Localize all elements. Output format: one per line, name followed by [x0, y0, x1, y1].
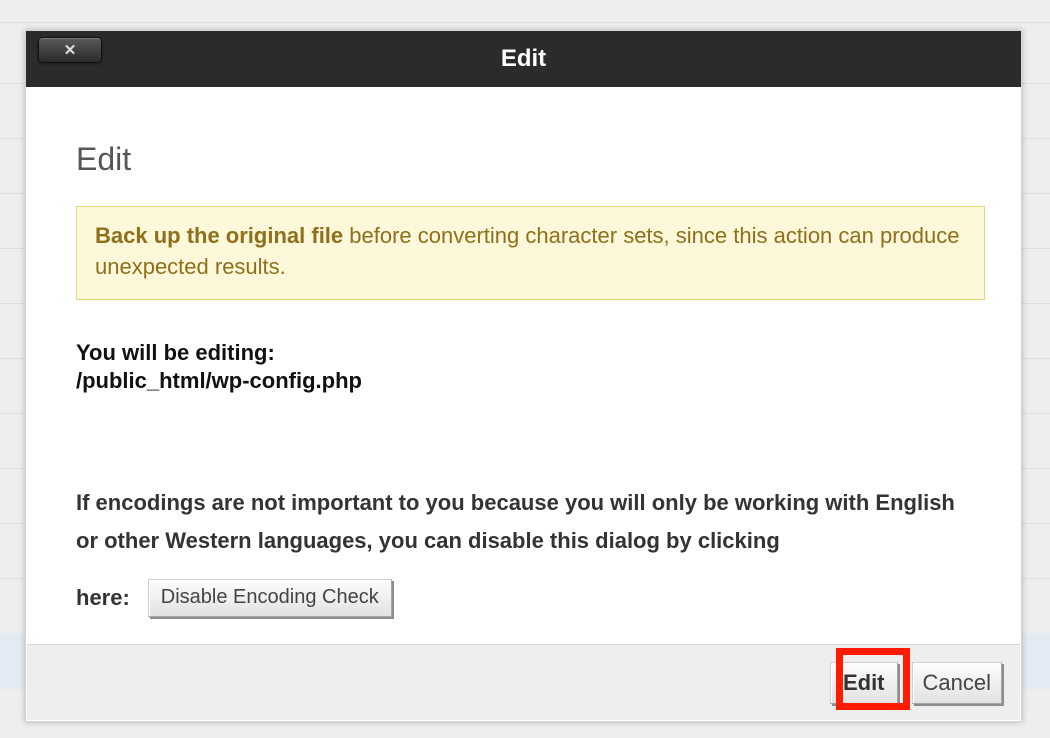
- cancel-button[interactable]: Cancel: [912, 662, 1002, 704]
- editing-label: You will be editing:: [76, 340, 971, 366]
- page-heading: Edit: [76, 141, 971, 178]
- warning-banner: Back up the original file before convert…: [76, 206, 985, 300]
- dialog-title: Edit: [501, 45, 546, 73]
- disable-encoding-check-button[interactable]: Disable Encoding Check: [148, 579, 392, 617]
- encoding-explainer: If encodings are not important to you be…: [76, 484, 971, 561]
- close-icon: ✕: [64, 41, 77, 59]
- encoding-action-row: here: Disable Encoding Check: [76, 579, 971, 617]
- dialog-titlebar: ✕ Edit: [26, 31, 1021, 87]
- editing-file-path: /public_html/wp-config.php: [76, 368, 971, 394]
- close-button[interactable]: ✕: [38, 37, 102, 63]
- dialog-body: Edit Back up the original file before co…: [26, 87, 1021, 627]
- dialog-footer: Edit Cancel: [27, 644, 1020, 720]
- warning-bold-text: Back up the original file: [95, 223, 343, 248]
- encoding-here-label: here:: [76, 585, 130, 611]
- edit-button[interactable]: Edit: [830, 662, 898, 704]
- edit-dialog: ✕ Edit Edit Back up the original file be…: [25, 30, 1022, 722]
